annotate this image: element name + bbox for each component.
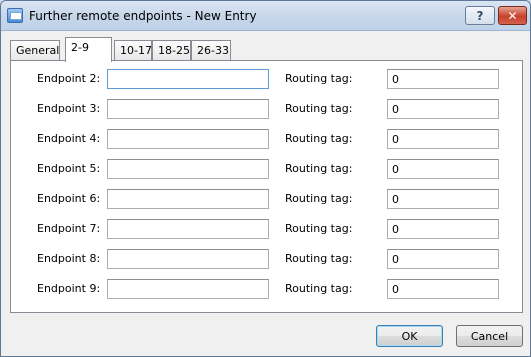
routing-tag-input[interactable]: 0: [387, 129, 499, 149]
routing-tag-label: Routing tag:: [285, 162, 353, 175]
endpoint-label: Endpoint 5:: [37, 162, 101, 175]
endpoint-label: Endpoint 2:: [37, 72, 101, 85]
ok-button[interactable]: OK: [376, 325, 443, 347]
endpoint-input[interactable]: [107, 69, 269, 89]
cancel-button[interactable]: Cancel: [456, 325, 523, 347]
endpoint-input[interactable]: [107, 249, 269, 269]
title-bar[interactable]: Further remote endpoints - New Entry ? ✕: [1, 1, 530, 31]
dialog-window: Further remote endpoints - New Entry ? ✕…: [0, 0, 531, 357]
endpoint-row: Endpoint 9: Routing tag: 0: [11, 279, 522, 299]
endpoint-input[interactable]: [107, 189, 269, 209]
help-button[interactable]: ?: [465, 6, 495, 25]
window-title: Further remote endpoints - New Entry: [29, 9, 257, 23]
endpoint-label: Endpoint 4:: [37, 132, 101, 145]
routing-tag-label: Routing tag:: [285, 252, 353, 265]
endpoint-input[interactable]: [107, 219, 269, 239]
endpoint-row: Endpoint 3: Routing tag: 0: [11, 99, 522, 119]
endpoint-label: Endpoint 8:: [37, 252, 101, 265]
routing-tag-label: Routing tag:: [285, 102, 353, 115]
app-window-icon: [7, 8, 23, 23]
routing-tag-label: Routing tag:: [285, 282, 353, 295]
tab-26-33[interactable]: 26-33: [191, 40, 231, 60]
routing-tag-input[interactable]: 0: [387, 99, 499, 119]
tab-2-9[interactable]: 2-9: [65, 37, 112, 62]
endpoint-input[interactable]: [107, 129, 269, 149]
close-button[interactable]: ✕: [498, 6, 527, 25]
endpoint-row: Endpoint 5: Routing tag: 0: [11, 159, 522, 179]
endpoint-input[interactable]: [107, 99, 269, 119]
endpoint-label: Endpoint 6:: [37, 192, 101, 205]
endpoint-row: Endpoint 6: Routing tag: 0: [11, 189, 522, 209]
endpoint-row: Endpoint 4: Routing tag: 0: [11, 129, 522, 149]
routing-tag-label: Routing tag:: [285, 222, 353, 235]
tab-10-17[interactable]: 10-17: [114, 40, 152, 60]
routing-tag-input[interactable]: 0: [387, 249, 499, 269]
endpoint-row: Endpoint 8: Routing tag: 0: [11, 249, 522, 269]
routing-tag-label: Routing tag:: [285, 72, 353, 85]
routing-tag-label: Routing tag:: [285, 132, 353, 145]
routing-tag-label: Routing tag:: [285, 192, 353, 205]
routing-tag-input[interactable]: 0: [387, 159, 499, 179]
tab-panel-2-9: Endpoint 2: Routing tag: 0 Endpoint 3: R…: [10, 60, 523, 313]
endpoint-label: Endpoint 9:: [37, 282, 101, 295]
routing-tag-input[interactable]: 0: [387, 219, 499, 239]
routing-tag-input[interactable]: 0: [387, 189, 499, 209]
endpoint-label: Endpoint 3:: [37, 102, 101, 115]
tab-general[interactable]: General: [10, 40, 60, 60]
endpoint-row: Endpoint 2: Routing tag: 0: [11, 69, 522, 89]
endpoint-row: Endpoint 7: Routing tag: 0: [11, 219, 522, 239]
tab-18-25[interactable]: 18-25: [152, 40, 191, 60]
endpoint-input[interactable]: [107, 279, 269, 299]
routing-tag-input[interactable]: 0: [387, 69, 499, 89]
endpoint-input[interactable]: [107, 159, 269, 179]
endpoint-label: Endpoint 7:: [37, 222, 101, 235]
routing-tag-input[interactable]: 0: [387, 279, 499, 299]
